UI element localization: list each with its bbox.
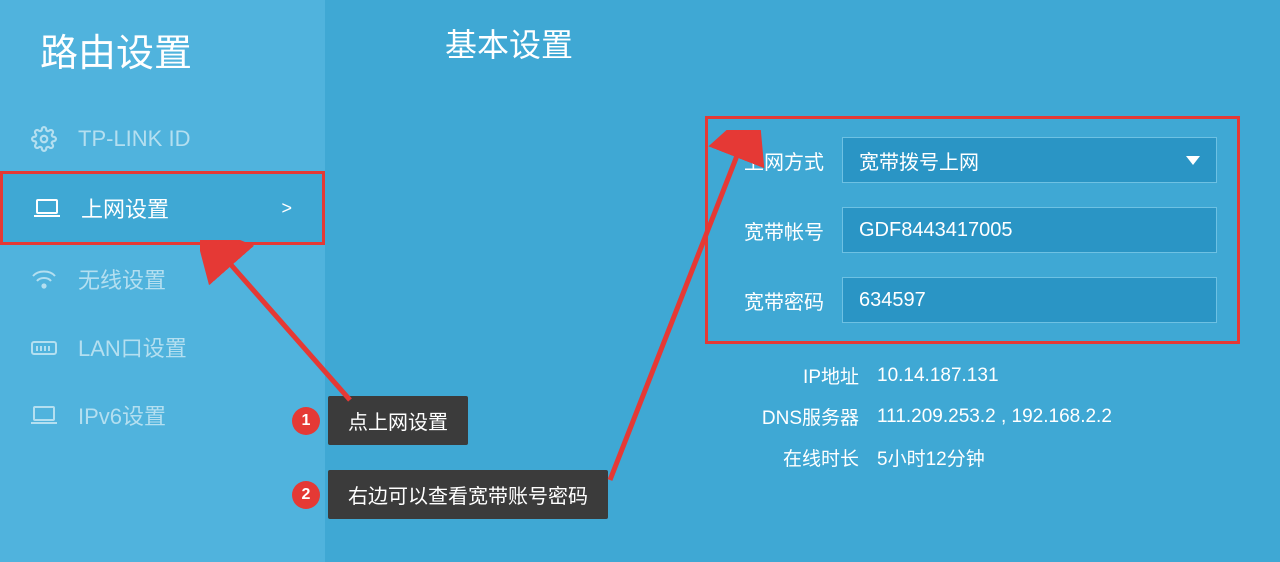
field-broadband-password: 宽带密码 634597 (720, 277, 1217, 323)
select-value: 宽带拨号上网 (859, 146, 979, 175)
callout-text: 点上网设置 (348, 406, 448, 435)
sidebar: 路由设置 TP-LINK ID 上网设置 > 无线设置 LAN口设置 IPv6设… (0, 0, 325, 562)
sidebar-item-label: LAN口设置 (78, 331, 295, 363)
info-value: 111.209.253.2 , 192.168.2.2 (877, 406, 1112, 428)
info-label: IP地址 (697, 362, 877, 389)
callout-badge-1: 1 (292, 407, 320, 435)
sidebar-item-lan-settings[interactable]: LAN口设置 (0, 313, 325, 381)
info-dns: DNS服务器 111.209.253.2 , 192.168.2.2 (697, 403, 1240, 430)
info-label: DNS服务器 (697, 403, 877, 430)
broadband-account-input[interactable]: GDF8443417005 (842, 207, 1217, 253)
main-title: 基本设置 (445, 20, 1240, 66)
field-broadband-account: 宽带帐号 GDF8443417005 (720, 207, 1217, 253)
info-value: 5小时12分钟 (877, 444, 985, 471)
broadband-password-input[interactable]: 634597 (842, 277, 1217, 323)
info-value: 10.14.187.131 (877, 365, 999, 387)
input-value: GDF8443417005 (859, 219, 1012, 242)
sidebar-item-label: 上网设置 (81, 192, 281, 224)
sidebar-item-label: 无线设置 (78, 263, 295, 295)
input-value: 634597 (859, 289, 926, 312)
callout-1: 1 点上网设置 (328, 396, 468, 445)
lan-port-icon (30, 333, 58, 361)
dropdown-triangle-icon (1186, 156, 1200, 165)
sidebar-item-label: IPv6设置 (78, 399, 295, 431)
laptop-icon (30, 401, 58, 429)
info-label: 在线时长 (697, 444, 877, 471)
chevron-right-icon: > (281, 198, 292, 219)
field-label: 宽带帐号 (720, 216, 842, 245)
settings-highlight-box: 上网方式 宽带拨号上网 宽带帐号 GDF8443417005 宽带密码 6345… (705, 116, 1240, 344)
sidebar-item-wireless-settings[interactable]: 无线设置 (0, 245, 325, 313)
callout-badge-2: 2 (292, 481, 320, 509)
field-label: 上网方式 (720, 146, 842, 175)
sidebar-item-label: TP-LINK ID (78, 126, 295, 152)
sidebar-title: 路由设置 (0, 0, 325, 107)
info-uptime: 在线时长 5小时12分钟 (697, 444, 1240, 471)
callout-text: 右边可以查看宽带账号密码 (348, 480, 588, 509)
wifi-icon (30, 265, 58, 293)
laptop-icon (33, 194, 61, 222)
field-connection-method: 上网方式 宽带拨号上网 (720, 137, 1217, 183)
info-ip: IP地址 10.14.187.131 (697, 362, 1240, 389)
sidebar-item-internet-settings[interactable]: 上网设置 > (0, 171, 325, 245)
connection-method-select[interactable]: 宽带拨号上网 (842, 137, 1217, 183)
field-label: 宽带密码 (720, 286, 842, 315)
sidebar-item-ipv6-settings[interactable]: IPv6设置 (0, 381, 325, 449)
sidebar-item-tplink-id[interactable]: TP-LINK ID (0, 107, 325, 171)
callout-2: 2 右边可以查看宽带账号密码 (328, 470, 608, 519)
gear-icon (30, 125, 58, 153)
